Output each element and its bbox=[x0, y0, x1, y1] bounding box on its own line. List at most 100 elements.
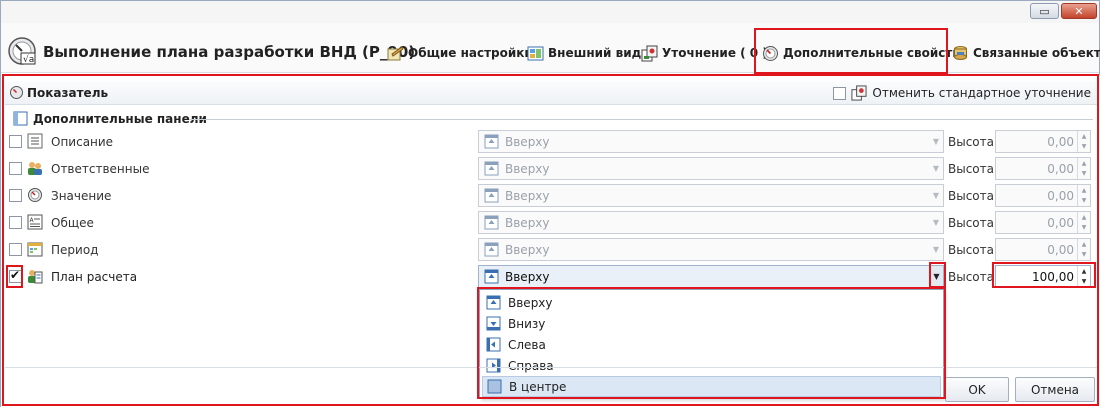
refinement-icon bbox=[641, 45, 658, 61]
position-select[interactable]: Вверху ▼ bbox=[478, 211, 944, 234]
align-top-icon bbox=[486, 295, 501, 310]
position-value: Вверху bbox=[505, 162, 550, 176]
align-bottom-icon bbox=[486, 316, 501, 331]
position-select[interactable]: Вверху ▼ bbox=[478, 157, 944, 180]
appearance-icon bbox=[527, 46, 544, 60]
cancel-refinement-checkbox[interactable] bbox=[833, 86, 847, 100]
position-value: Вверху bbox=[505, 135, 550, 149]
chevron-down-icon[interactable]: ▼ bbox=[929, 131, 943, 152]
position-select[interactable]: Вверху ▼ bbox=[478, 130, 944, 153]
row-checkbox[interactable] bbox=[9, 243, 22, 256]
tab-label: Общие настройки bbox=[408, 46, 533, 60]
align-top-icon bbox=[484, 215, 499, 230]
down-arrow-icon[interactable]: ▼ bbox=[1082, 224, 1087, 231]
down-arrow-icon[interactable]: ▼ bbox=[1082, 278, 1087, 285]
position-value: Вверху bbox=[505, 270, 550, 284]
extra-properties-icon bbox=[763, 45, 778, 61]
gauge-icon bbox=[28, 188, 42, 202]
height-value: 0,00 bbox=[1047, 135, 1074, 149]
height-spinner[interactable]: 0,00 ▲ ▼ bbox=[995, 157, 1091, 180]
row-checkbox-checked[interactable] bbox=[9, 268, 22, 283]
chevron-down-icon[interactable]: ▼ bbox=[929, 185, 943, 206]
panel-icon bbox=[13, 111, 28, 126]
up-arrow-icon[interactable]: ▲ bbox=[1082, 214, 1087, 221]
panel-row-general: A Общее Вверху ▼ Высота : 0,00 ▲ ▼ bbox=[7, 210, 1097, 236]
refinement-icon bbox=[851, 85, 867, 101]
chevron-down-icon[interactable]: ▼ bbox=[929, 212, 943, 233]
height-spinner[interactable]: 100,00 ▲ ▼ bbox=[995, 265, 1091, 288]
spinner-arrows[interactable]: ▲ ▼ bbox=[1077, 131, 1090, 152]
tab-extra-properties[interactable]: Дополнительные свойства bbox=[762, 42, 968, 64]
up-arrow-icon[interactable]: ▲ bbox=[1082, 133, 1087, 140]
height-spinner[interactable]: 0,00 ▲ ▼ bbox=[995, 238, 1091, 261]
spinner-arrows[interactable]: ▲ ▼ bbox=[1077, 158, 1090, 179]
title-bar: ▭ ✕ bbox=[1, 1, 1099, 23]
row-checkbox[interactable] bbox=[9, 162, 22, 175]
option-center[interactable]: В центре bbox=[482, 376, 941, 397]
option-label: Слева bbox=[508, 337, 546, 352]
height-spinner[interactable]: 0,00 ▲ ▼ bbox=[995, 184, 1091, 207]
option-label: В центре bbox=[509, 379, 567, 394]
down-arrow-icon[interactable]: ▼ bbox=[1082, 197, 1087, 204]
minimize-button[interactable]: ▭ bbox=[1030, 3, 1059, 19]
height-value: 0,00 bbox=[1047, 189, 1074, 203]
list-icon bbox=[27, 133, 43, 149]
down-arrow-icon[interactable]: ▼ bbox=[1082, 170, 1087, 177]
option-label: Справа bbox=[508, 358, 554, 373]
up-arrow-icon[interactable]: ▲ bbox=[1082, 241, 1087, 248]
height-label: Высота : bbox=[948, 135, 1002, 149]
down-arrow-icon[interactable]: ▼ bbox=[1082, 251, 1087, 258]
position-select[interactable]: Вверху ▼ bbox=[478, 184, 944, 207]
option-bottom[interactable]: Внизу bbox=[482, 313, 941, 334]
panel-row-value: Значение Вверху ▼ Высота : 0,00 ▲ ▼ bbox=[7, 183, 1097, 209]
row-label: План расчета bbox=[51, 270, 138, 284]
spinner-arrows[interactable]: ▲ ▼ bbox=[1077, 212, 1090, 233]
gauge-icon bbox=[10, 86, 23, 99]
footer-divider bbox=[5, 367, 1097, 368]
tab-refinement[interactable]: Уточнение ( 0 ) bbox=[641, 42, 768, 64]
row-checkbox[interactable] bbox=[9, 135, 22, 148]
option-top[interactable]: Вверху bbox=[482, 292, 941, 313]
tab-general-settings[interactable]: Общие настройки bbox=[387, 42, 533, 64]
ok-button[interactable]: OK bbox=[945, 377, 1009, 402]
position-value: Вверху bbox=[505, 216, 550, 230]
align-top-icon bbox=[484, 269, 499, 284]
group-title-label: Дополнительные панели bbox=[33, 111, 207, 126]
close-button[interactable]: ✕ bbox=[1061, 3, 1097, 19]
height-value: 0,00 bbox=[1047, 162, 1074, 176]
cancel-refinement-label: Отменить стандартное уточнение bbox=[872, 86, 1091, 100]
up-arrow-icon[interactable]: ▲ bbox=[1082, 187, 1087, 194]
option-right[interactable]: Справа bbox=[482, 355, 941, 376]
spinner-arrows[interactable]: ▲ ▼ bbox=[1077, 266, 1090, 287]
position-select[interactable]: Вверху ▼ bbox=[478, 238, 944, 261]
cancel-button[interactable]: Отмена bbox=[1015, 377, 1095, 402]
row-label: Описание bbox=[51, 135, 114, 149]
position-select[interactable]: Вверху ▼ bbox=[478, 265, 944, 288]
chevron-down-icon[interactable]: ▼ bbox=[929, 239, 943, 260]
height-spinner[interactable]: 0,00 ▲ ▼ bbox=[995, 211, 1091, 234]
cancel-refinement-option[interactable]: Отменить стандартное уточнение bbox=[833, 85, 1091, 101]
up-arrow-icon[interactable]: ▲ bbox=[1082, 160, 1087, 167]
tab-related-objects[interactable]: Связанные объекты bbox=[952, 42, 1100, 64]
spinner-arrows[interactable]: ▲ ▼ bbox=[1077, 185, 1090, 206]
option-left[interactable]: Слева bbox=[482, 334, 941, 355]
chevron-down-icon[interactable]: ▼ bbox=[929, 266, 943, 287]
related-objects-icon bbox=[954, 45, 967, 60]
chevron-down-icon[interactable]: ▼ bbox=[929, 158, 943, 179]
spinner-arrows[interactable]: ▲ ▼ bbox=[1077, 239, 1090, 260]
position-value: Вверху bbox=[505, 189, 550, 203]
down-arrow-icon[interactable]: ▼ bbox=[1082, 143, 1087, 150]
tab-appearance[interactable]: Внешний вид bbox=[527, 42, 641, 64]
align-right-icon bbox=[486, 358, 501, 373]
height-label: Высота : bbox=[948, 189, 1002, 203]
group-title: Дополнительные панели bbox=[13, 111, 207, 126]
row-checkbox[interactable] bbox=[9, 216, 22, 229]
row-checkbox[interactable] bbox=[9, 189, 22, 202]
up-arrow-icon[interactable]: ▲ bbox=[1082, 268, 1087, 275]
height-spinner[interactable]: 0,00 ▲ ▼ bbox=[995, 130, 1091, 153]
position-dropdown-list: Вверху Внизу Слева Справа В центре bbox=[479, 289, 944, 399]
align-center-icon bbox=[487, 379, 502, 394]
row-label: Период bbox=[51, 243, 99, 257]
height-label: Высота : bbox=[948, 216, 1002, 230]
panel-row-description: Описание Вверху ▼ Высота : 0,00 ▲ ▼ bbox=[7, 129, 1097, 155]
